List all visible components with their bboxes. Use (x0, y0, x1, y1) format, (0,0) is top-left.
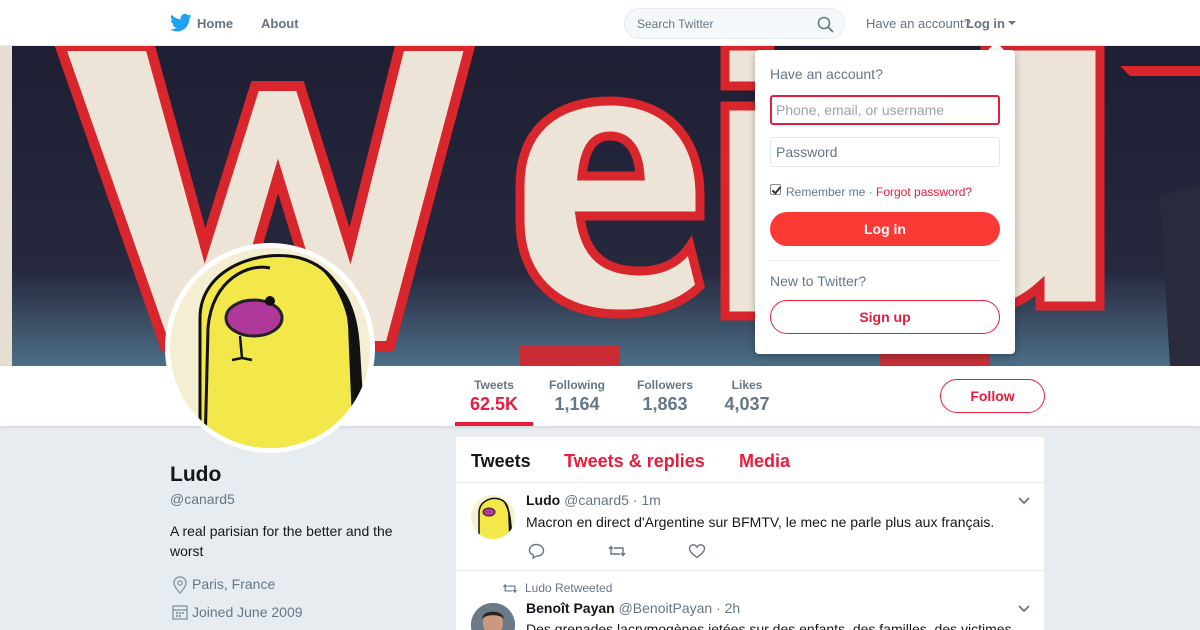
stat-value: 1,863 (642, 394, 688, 414)
follow-button[interactable]: Follow (940, 379, 1045, 413)
tweet-avatar[interactable] (471, 495, 515, 539)
profile-avatar[interactable] (165, 243, 375, 453)
login-menu-link[interactable]: Log in (966, 16, 1005, 31)
profile-bio: A real parisian for the better and the w… (170, 523, 393, 559)
stat-tweets[interactable]: Tweets 62.5K (470, 378, 518, 415)
calendar-icon (172, 605, 188, 620)
tweet-timestamp[interactable]: · 1m (633, 492, 661, 508)
search-placeholder: Search Twitter (637, 17, 714, 31)
search-input[interactable]: Search Twitter (624, 8, 845, 39)
like-heart-icon[interactable] (688, 543, 706, 559)
twitter-bird-icon[interactable] (170, 13, 192, 33)
tweet-item[interactable]: Ludo Retweeted Benoît Payan @BenoitPayan… (456, 571, 1044, 630)
tab-tweets[interactable]: Tweets (471, 451, 531, 472)
nav-home-link[interactable]: Home (197, 16, 233, 31)
login-dropdown: Have an account? Phone, email, or userna… (755, 50, 1015, 354)
login-button[interactable]: Log in (770, 212, 1000, 246)
tweet-header: Benoît Payan @BenoitPayan · 2h (526, 600, 740, 616)
tweet-author-handle[interactable]: @BenoitPayan (619, 600, 713, 616)
location-text: Paris, France (192, 576, 276, 592)
password-field[interactable]: Password (770, 137, 1000, 167)
stat-followers[interactable]: Followers 1,863 (636, 378, 694, 415)
location-pin-icon (173, 576, 187, 594)
have-account-text: Have an account? (866, 16, 971, 31)
stat-label: Tweets (474, 378, 514, 392)
stat-value: 4,037 (724, 394, 770, 414)
tab-media[interactable]: Media (739, 451, 790, 472)
timeline: Tweets Tweets & replies Media Ludo @cana… (456, 437, 1044, 630)
tweet-avatar[interactable] (471, 603, 515, 630)
remember-me-checkbox[interactable] (770, 184, 781, 195)
top-nav: Home About Search Twitter Have an accoun… (0, 0, 1200, 46)
stat-following[interactable]: Following 1,164 (547, 378, 607, 415)
reply-icon[interactable] (528, 543, 546, 559)
retweet-icon (503, 583, 517, 594)
tweet-author-name[interactable]: Benoît Payan (526, 600, 615, 616)
tweet-header: Ludo @canard5 · 1m (526, 492, 661, 508)
stat-label: Likes (731, 378, 763, 392)
stat-label: Followers (636, 378, 693, 392)
active-tab-underline (455, 422, 533, 426)
search-icon[interactable] (817, 16, 834, 33)
chevron-down-icon[interactable] (1018, 605, 1030, 613)
timeline-tabs: Tweets Tweets & replies Media (456, 437, 1044, 483)
stat-value: 1,164 (554, 394, 600, 414)
tweet-author-name[interactable]: Ludo (526, 492, 560, 508)
dropdown-title: Have an account? (770, 66, 883, 82)
tweet-text: Macron en direct d'Argentine sur BFMTV, … (526, 514, 995, 530)
stat-label: Following (549, 378, 605, 392)
caret-down-icon[interactable] (1008, 21, 1016, 25)
joined-text: Joined June 2009 (192, 604, 303, 620)
forgot-password-link[interactable]: Forgot password? (876, 185, 972, 199)
tweet-item[interactable]: Ludo @canard5 · 1m Macron en direct d'Ar… (456, 483, 1044, 571)
tweet-author-handle[interactable]: @canard5 (564, 492, 629, 508)
stat-likes[interactable]: Likes 4,037 (724, 378, 770, 415)
retweet-context-text[interactable]: Ludo Retweeted (525, 581, 612, 595)
profile-handle[interactable]: @canard5 (170, 491, 235, 507)
tweet-text: Des grenades lacrymogènes jetées sur des… (526, 621, 1012, 630)
signup-button[interactable]: Sign up (770, 300, 1000, 334)
stat-value: 62.5K (470, 394, 519, 414)
tab-tweets-and-replies[interactable]: Tweets & replies (564, 451, 705, 472)
divider (770, 260, 1000, 261)
new-to-twitter-text: New to Twitter? (770, 273, 867, 289)
profile-name[interactable]: Ludo (170, 463, 221, 487)
username-field[interactable]: Phone, email, or username (770, 95, 1000, 125)
chevron-down-icon[interactable] (1018, 497, 1030, 505)
nav-about-link[interactable]: About (261, 16, 299, 31)
avatar-image (170, 248, 370, 448)
retweet-icon[interactable] (608, 543, 626, 559)
remember-me-label[interactable]: Remember me · (786, 185, 873, 199)
tweet-timestamp[interactable]: · 2h (716, 600, 740, 616)
